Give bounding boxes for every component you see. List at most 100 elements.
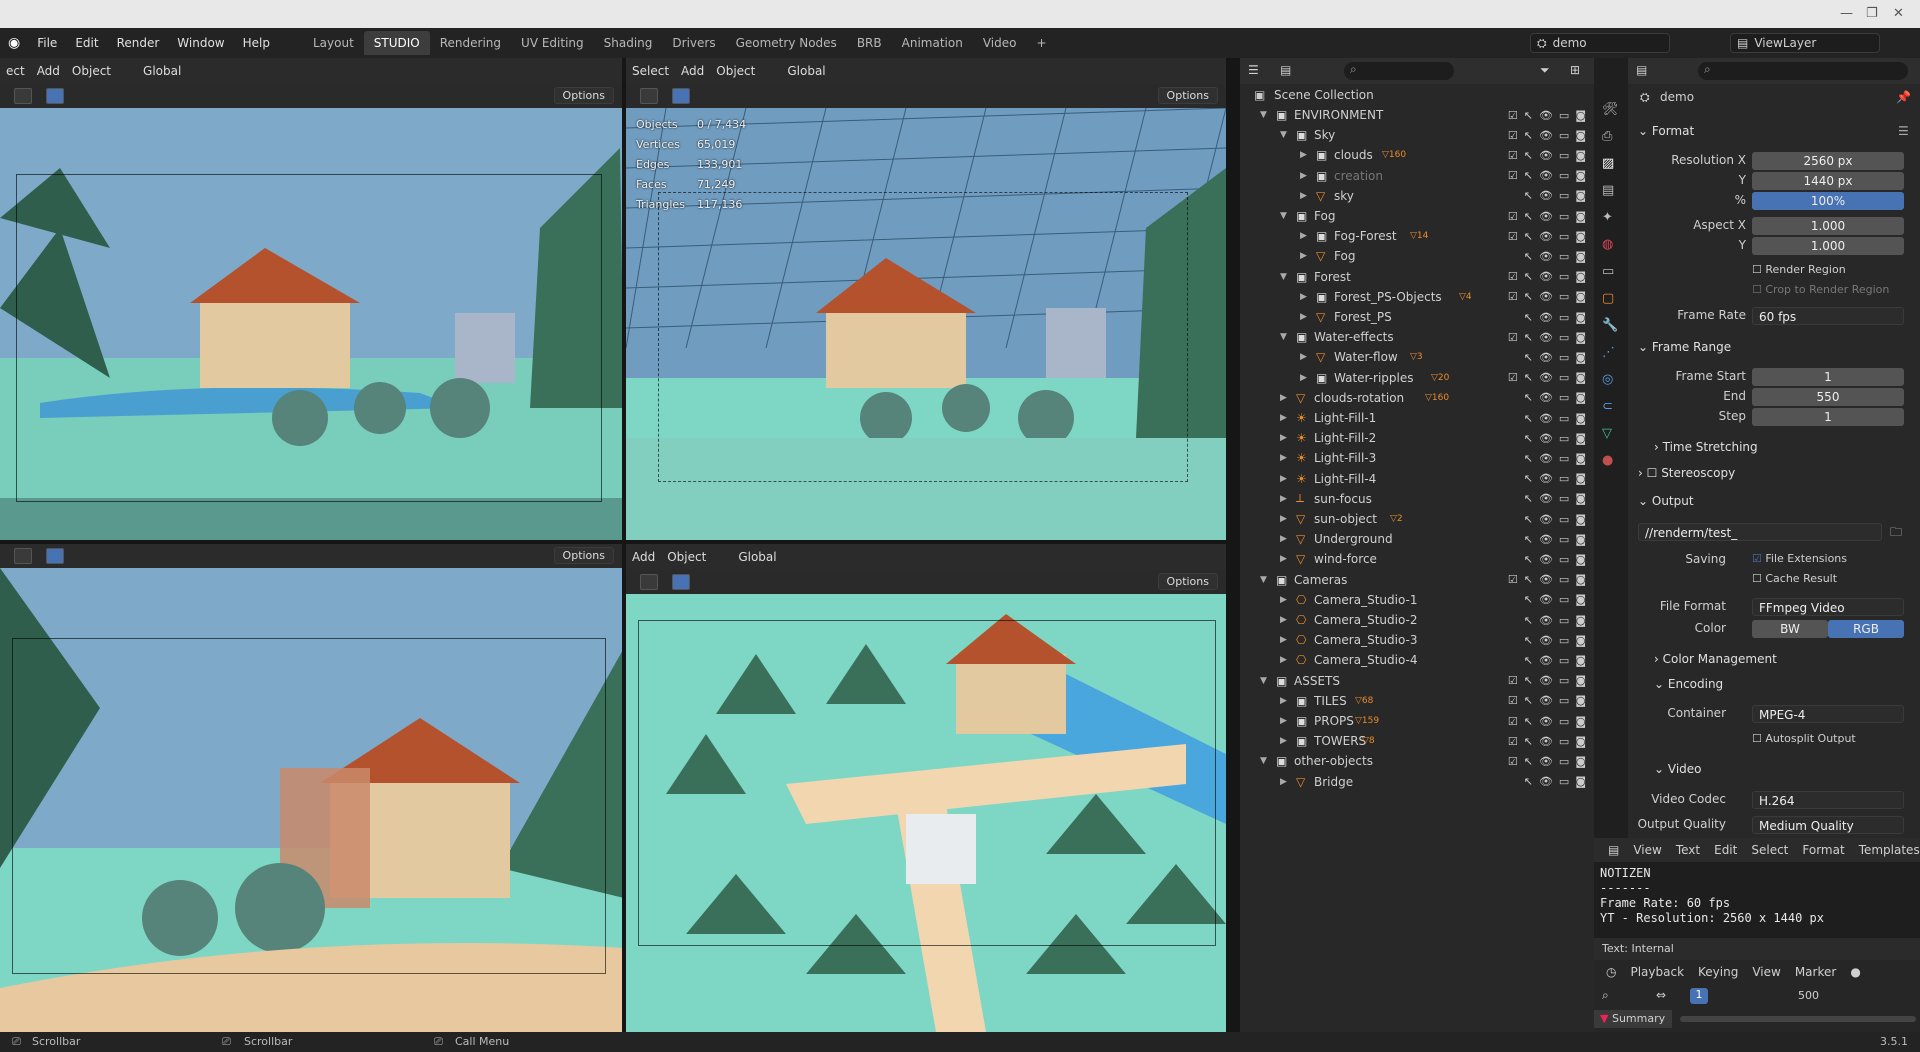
outliner-row[interactable]: ▶ ☀ Light-Fill-3 ↖ 👁 ▭ ◙: [1240, 448, 1594, 468]
monitor-icon[interactable]: ▭: [1559, 472, 1569, 485]
outliner-row[interactable]: ▶ ☀ Light-Fill-2 ↖ 👁 ▭ ◙: [1240, 428, 1594, 448]
restore-icon[interactable]: ❐: [1866, 6, 1878, 21]
expand-triangle-icon[interactable]: ▶: [1300, 251, 1307, 261]
exclude-checkbox[interactable]: ☑: [1508, 573, 1518, 586]
presets-icon[interactable]: ☰: [1898, 124, 1909, 138]
outliner-row[interactable]: ▶ ▣ TOWERS ▽8 ☑ ↖ 👁 ▭ ◙: [1240, 731, 1594, 751]
tool-select-icon[interactable]: [640, 574, 658, 590]
exclude-checkbox[interactable]: ☑: [1508, 694, 1518, 707]
crop-region-checkbox[interactable]: ☐ Crop to Render Region: [1752, 283, 1889, 296]
camera-render-icon[interactable]: ◙: [1575, 412, 1586, 425]
object-tab-icon[interactable]: ▢: [1602, 285, 1619, 312]
eye-icon[interactable]: 👁: [1539, 290, 1553, 303]
select-arrow-icon[interactable]: ↖: [1524, 694, 1533, 707]
output-quality-dropdown[interactable]: Medium Quality: [1752, 816, 1904, 834]
monitor-icon[interactable]: ▭: [1559, 432, 1569, 445]
eye-icon[interactable]: 👁: [1539, 169, 1553, 182]
menu-format[interactable]: Format: [1802, 843, 1844, 857]
menu-help[interactable]: Help: [234, 36, 279, 50]
menu-render[interactable]: Render: [108, 36, 169, 50]
monitor-icon[interactable]: ▭: [1559, 311, 1569, 324]
tab-rendering[interactable]: Rendering: [430, 31, 511, 55]
editor-type-icon[interactable]: ▤: [1636, 63, 1647, 77]
tab-drivers[interactable]: Drivers: [662, 31, 725, 55]
eye-icon[interactable]: 👁: [1539, 715, 1553, 728]
outliner-row[interactable]: ▼ ▣ Cameras ☑ ↖ 👁 ▭ ◙: [1240, 570, 1594, 590]
blender-logo-icon[interactable]: ◉: [0, 35, 28, 51]
camera-render-icon[interactable]: ◙: [1575, 553, 1586, 566]
exclude-checkbox[interactable]: ☑: [1508, 109, 1518, 122]
expand-triangle-icon[interactable]: ▶: [1300, 171, 1307, 181]
display-mode-icon[interactable]: ▤: [1280, 63, 1291, 77]
monitor-icon[interactable]: ▭: [1559, 674, 1569, 687]
modifier-tab-icon[interactable]: 🔧: [1602, 312, 1619, 339]
expand-triangle-icon[interactable]: ▶: [1280, 514, 1287, 524]
render-region-checkbox[interactable]: ☐ Render Region: [1752, 263, 1846, 276]
material-tab-icon[interactable]: ●: [1602, 447, 1619, 474]
select-arrow-icon[interactable]: ↖: [1524, 614, 1533, 627]
eye-icon[interactable]: 👁: [1539, 331, 1553, 344]
select-arrow-icon[interactable]: ↖: [1524, 432, 1533, 445]
frame-step-field[interactable]: 1: [1752, 408, 1904, 426]
camera-render-icon[interactable]: ◙: [1575, 351, 1586, 364]
outliner-row[interactable]: ▼ ▣ Water-effects ☑ ↖ 👁 ▭ ◙: [1240, 327, 1594, 347]
monitor-icon[interactable]: ▭: [1559, 149, 1569, 162]
scene-tab-icon[interactable]: ✦: [1602, 204, 1619, 231]
eye-icon[interactable]: 👁: [1539, 634, 1553, 647]
select-arrow-icon[interactable]: ↖: [1524, 129, 1533, 142]
exclude-checkbox[interactable]: ☑: [1508, 371, 1518, 384]
collapse-triangle-icon[interactable]: ▼: [1260, 575, 1267, 585]
select-arrow-icon[interactable]: ↖: [1524, 634, 1533, 647]
select-arrow-icon[interactable]: ↖: [1524, 331, 1533, 344]
menu-object[interactable]: Object: [710, 64, 761, 78]
expand-triangle-icon[interactable]: ▶: [1300, 312, 1307, 322]
monitor-icon[interactable]: ▭: [1559, 230, 1569, 243]
outliner-row[interactable]: ▼ ▣ Sky ☑ ↖ 👁 ▭ ◙: [1240, 125, 1594, 145]
eye-icon[interactable]: 👁: [1539, 250, 1553, 263]
exclude-checkbox[interactable]: ☑: [1508, 715, 1518, 728]
eye-icon[interactable]: 👁: [1539, 230, 1553, 243]
menu-select[interactable]: Select: [626, 64, 675, 78]
camera-render-icon[interactable]: ◙: [1575, 593, 1586, 606]
outliner-row[interactable]: ▶ ☀ Light-Fill-4 ↖ 👁 ▭ ◙: [1240, 469, 1594, 489]
new-collection-icon[interactable]: ⊞: [1570, 63, 1580, 77]
monitor-icon[interactable]: ▭: [1559, 351, 1569, 364]
monitor-icon[interactable]: ▭: [1559, 391, 1569, 404]
eye-icon[interactable]: 👁: [1539, 412, 1553, 425]
pin-icon[interactable]: 📌: [1896, 90, 1911, 104]
exclude-checkbox[interactable]: ☑: [1508, 169, 1518, 182]
outliner-row[interactable]: ▶ ▽ clouds-rotation ▽160 ↖ 👁 ▭ ◙: [1240, 388, 1594, 408]
monitor-icon[interactable]: ▭: [1559, 614, 1569, 627]
exclude-checkbox[interactable]: ☑: [1508, 755, 1518, 768]
menu-edit[interactable]: Edit: [66, 36, 107, 50]
exclude-checkbox[interactable]: ☑: [1508, 149, 1518, 162]
options-dropdown[interactable]: Options: [553, 87, 614, 104]
monitor-icon[interactable]: ▭: [1559, 412, 1569, 425]
frame-range-section-toggle[interactable]: ⌄ Frame Range: [1638, 340, 1731, 354]
select-arrow-icon[interactable]: ↖: [1524, 715, 1533, 728]
menu-add[interactable]: Add: [675, 64, 710, 78]
eye-icon[interactable]: 👁: [1539, 371, 1553, 384]
expand-triangle-icon[interactable]: ▶: [1280, 534, 1287, 544]
filter-icon[interactable]: ⏷: [1540, 63, 1550, 78]
eye-icon[interactable]: 👁: [1539, 210, 1553, 223]
outliner-search-input[interactable]: ⌕: [1344, 62, 1454, 80]
outliner-row[interactable]: ▼ ▣ other-objects ☑ ↖ 👁 ▭ ◙: [1240, 751, 1594, 771]
color-rgb-button[interactable]: RGB: [1828, 620, 1904, 638]
particles-tab-icon[interactable]: ⋰: [1602, 339, 1619, 366]
expand-triangle-icon[interactable]: ▶: [1280, 413, 1287, 423]
file-format-dropdown[interactable]: FFmpeg Video: [1752, 598, 1904, 616]
eye-icon[interactable]: 👁: [1539, 492, 1553, 505]
monitor-icon[interactable]: ▭: [1559, 715, 1569, 728]
menu-text[interactable]: Text: [1676, 843, 1700, 857]
select-arrow-icon[interactable]: ↖: [1524, 290, 1533, 303]
editor-type-icon[interactable]: ☰: [1248, 63, 1259, 77]
tab-geometry-nodes[interactable]: Geometry Nodes: [726, 31, 847, 55]
eye-icon[interactable]: 👁: [1539, 311, 1553, 324]
tool-tab-icon[interactable]: 🛠: [1602, 96, 1619, 123]
camera-render-icon[interactable]: ◙: [1575, 573, 1586, 586]
eye-icon[interactable]: 👁: [1539, 755, 1553, 768]
collapse-triangle-icon[interactable]: ▼: [1280, 332, 1287, 342]
expand-triangle-icon[interactable]: ▶: [1280, 696, 1287, 706]
camera-render-icon[interactable]: ◙: [1575, 109, 1586, 122]
